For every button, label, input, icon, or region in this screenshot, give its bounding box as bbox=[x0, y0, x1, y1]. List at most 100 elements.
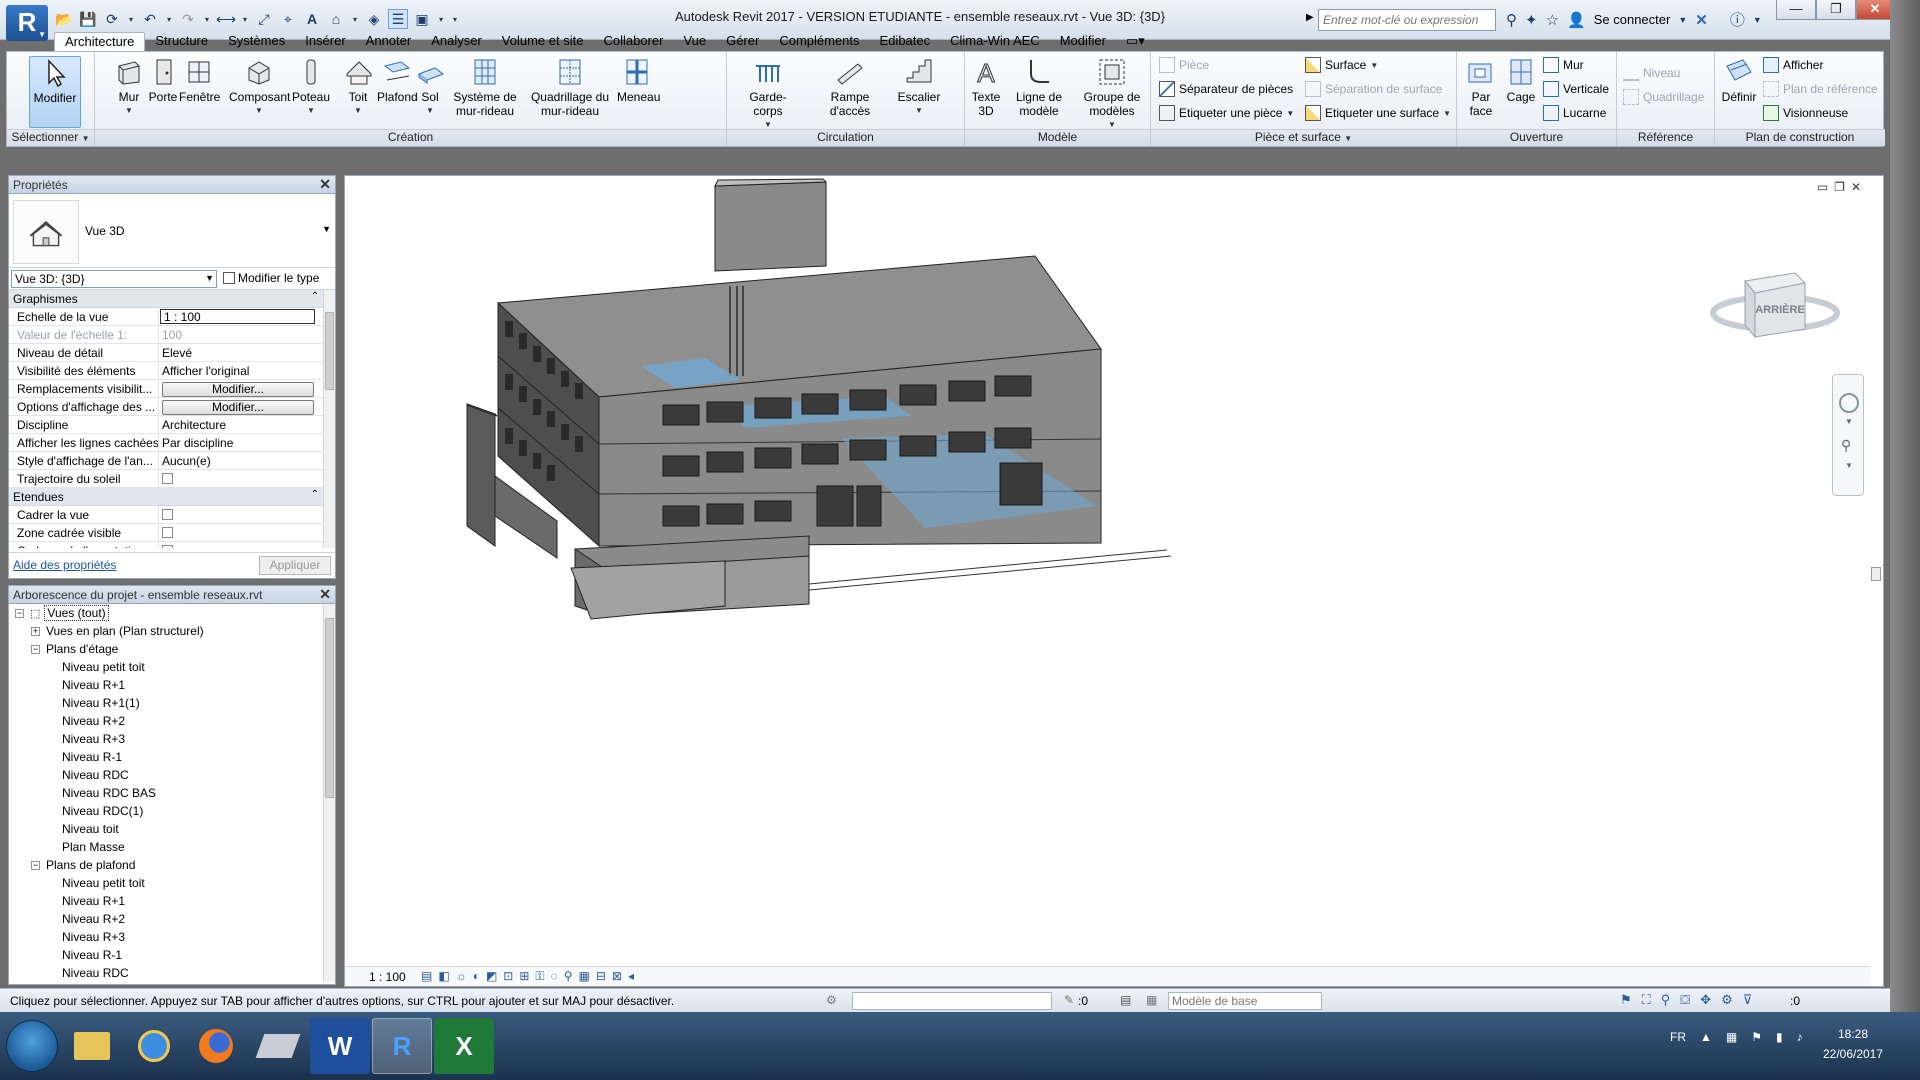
chevron-down-icon[interactable]: ▾ bbox=[436, 9, 446, 29]
property-value[interactable]: Architecture bbox=[159, 416, 325, 433]
section-icon[interactable]: ◈ bbox=[364, 9, 384, 29]
search-input[interactable]: Entrez mot-clé ou expression bbox=[1318, 9, 1496, 31]
clock[interactable]: 18:28 22/06/2017 bbox=[1818, 1024, 1888, 1064]
room-button[interactable]: Pièce bbox=[1159, 57, 1209, 73]
binoculars-icon[interactable]: ⚲ bbox=[1506, 11, 1517, 29]
design-option-select[interactable]: Modèle de base bbox=[1168, 992, 1322, 1010]
collapse-icon[interactable]: − bbox=[15, 608, 24, 618]
worksharing-icon[interactable]: ⚙ bbox=[826, 993, 837, 1007]
room-separator-button[interactable]: Séparateur de pièces bbox=[1159, 81, 1293, 97]
steering-wheel-icon[interactable] bbox=[1839, 393, 1859, 413]
apply-button[interactable]: Appliquer bbox=[259, 556, 331, 575]
worksharing-icon[interactable]: ▦ bbox=[578, 969, 589, 984]
browser-node[interactable]: − ⬚ Vues (tout) bbox=[9, 604, 335, 622]
modify-button[interactable]: Modifier bbox=[29, 56, 81, 128]
workset-field[interactable] bbox=[852, 992, 1052, 1010]
railing-button[interactable]: Garde-corps ▼ bbox=[735, 56, 801, 132]
sign-in-button[interactable]: Se connecter bbox=[1594, 12, 1671, 27]
browser-node[interactable]: Niveau RDC(1) bbox=[9, 802, 335, 820]
analytical-model-icon[interactable]: ⊠ bbox=[612, 969, 622, 984]
scrollbar[interactable] bbox=[323, 604, 335, 982]
property-checkbox[interactable] bbox=[162, 545, 173, 548]
select-pinned-icon[interactable]: ⚲ bbox=[1661, 992, 1671, 1008]
chevron-down-icon[interactable]: ▾ bbox=[164, 9, 174, 29]
scroll-left-icon[interactable]: ◂ bbox=[628, 969, 634, 984]
grid-button[interactable]: Quadrillage bbox=[1623, 89, 1704, 105]
volume-icon[interactable]: ♪ bbox=[1797, 1030, 1803, 1044]
3d-viewport[interactable]: ▭ ❐ ✕ ARRIÈRE ▼ ⚲ ▼ 1: 100 ▤ ◧ ☼ ◐ ◩ ⊡ … bbox=[344, 175, 1884, 987]
browser-node[interactable]: Niveau R+1 bbox=[9, 676, 335, 694]
editable-icon[interactable]: ▤ bbox=[1120, 993, 1131, 1007]
tab-structure[interactable]: Structure bbox=[145, 32, 218, 52]
exchange-icon[interactable]: ✕ bbox=[1695, 11, 1708, 29]
browser-node[interactable]: Niveau R+1(1) bbox=[9, 694, 335, 712]
viewer-button[interactable]: Visionneuse bbox=[1763, 105, 1848, 121]
detail-level-icon[interactable]: ▤ bbox=[421, 969, 432, 984]
view-scale[interactable]: 1 : 100 bbox=[369, 970, 406, 984]
tab-edibatec[interactable]: Edibatec bbox=[870, 32, 941, 52]
save-icon[interactable]: 💾 bbox=[78, 9, 98, 29]
set-work-plane-button[interactable]: Définir bbox=[1719, 56, 1759, 104]
chevron-down-icon[interactable]: ▾ bbox=[350, 9, 360, 29]
visual-style-icon[interactable]: ◧ bbox=[438, 969, 449, 984]
chevron-down-icon[interactable]: ▾ bbox=[240, 9, 250, 29]
vertical-opening-button[interactable]: Verticale bbox=[1543, 81, 1609, 97]
stair-button[interactable]: Escalier ▼ bbox=[897, 56, 941, 118]
chevron-down-icon[interactable]: ▼ bbox=[322, 224, 331, 234]
undo-icon[interactable]: ↶ bbox=[140, 9, 160, 29]
reveal-hidden-icon[interactable]: ⚲ bbox=[564, 969, 573, 984]
sun-path-icon[interactable]: ☼ bbox=[456, 969, 467, 984]
browser-node[interactable]: Niveau petit toit bbox=[9, 658, 335, 676]
wall-opening-button[interactable]: Mur bbox=[1543, 57, 1584, 73]
browser-node[interactable]: Niveau R+2 bbox=[9, 910, 335, 928]
floor-button[interactable]: Sol ▼ bbox=[415, 56, 445, 118]
component-button[interactable]: Composant ▼ bbox=[229, 56, 290, 118]
property-value[interactable]: Aucun(e) bbox=[159, 452, 325, 469]
browser-node[interactable]: Niveau R+3 bbox=[9, 730, 335, 748]
tab-modifier[interactable]: Modifier bbox=[1050, 32, 1116, 52]
close-button[interactable]: ✕ bbox=[1856, 0, 1894, 20]
temp-hide-icon[interactable]: ◌ bbox=[551, 969, 558, 984]
network-icon[interactable]: ▮ bbox=[1776, 1030, 1783, 1044]
instance-filter-select[interactable]: Vue 3D: {3D} ▼ bbox=[11, 270, 217, 288]
browser-node[interactable]: Niveau petit toit bbox=[9, 874, 335, 892]
tag-icon[interactable]: ⌖ bbox=[278, 9, 298, 29]
browser-node[interactable]: Plan Masse bbox=[9, 838, 335, 856]
property-checkbox[interactable] bbox=[162, 509, 173, 520]
excel-icon[interactable]: X bbox=[434, 1018, 494, 1074]
mullion-button[interactable]: Meneau bbox=[617, 56, 660, 104]
tag-area-button[interactable]: Etiqueter une surface ▼ bbox=[1305, 105, 1451, 121]
close-icon[interactable]: ✕ bbox=[319, 176, 331, 193]
curtain-system-button[interactable]: Système de mur-rideau bbox=[447, 56, 523, 118]
wall-button[interactable]: Mur ▼ bbox=[111, 56, 147, 118]
flag-icon[interactable]: ⚑ bbox=[1751, 1030, 1762, 1044]
background-process-icon[interactable]: ⚙ bbox=[1721, 992, 1733, 1008]
tab-analyser[interactable]: Analyser bbox=[421, 32, 492, 52]
browser-node[interactable]: Niveau R+1 bbox=[9, 892, 335, 910]
collapse-icon[interactable]: − bbox=[31, 860, 40, 870]
view-scale-input[interactable]: 1 : 100 bbox=[160, 309, 315, 324]
door-button[interactable]: Porte bbox=[145, 56, 181, 104]
edit-property-button[interactable]: Modifier... bbox=[162, 382, 314, 397]
property-section-header[interactable]: Graphismes ⌃ bbox=[9, 290, 325, 308]
ramp-button[interactable]: Rampe d'accès bbox=[809, 56, 891, 118]
open-icon[interactable]: 📂 bbox=[54, 9, 74, 29]
chevron-down-icon[interactable]: ▼ bbox=[1845, 417, 1853, 426]
close-icon[interactable]: ✕ bbox=[319, 586, 331, 603]
type-selector[interactable]: Vue 3D ▼ bbox=[9, 194, 335, 268]
redo-icon[interactable]: ↷ bbox=[178, 9, 198, 29]
text-icon[interactable]: A bbox=[302, 9, 322, 29]
property-section-header[interactable]: Etendues ⌃ bbox=[9, 488, 325, 506]
select-underlay-icon[interactable]: ⛶ bbox=[1642, 992, 1651, 1008]
level-button[interactable]: Niveau bbox=[1623, 65, 1680, 81]
chevron-down-icon[interactable]: ▾ bbox=[126, 9, 136, 29]
scrollbar[interactable] bbox=[323, 290, 335, 548]
window-button[interactable]: Fenêtre bbox=[179, 56, 220, 104]
ref-plane-button[interactable]: Plan de référence bbox=[1763, 81, 1878, 97]
minimize-view-icon[interactable]: ▭ bbox=[1817, 180, 1828, 194]
browser-node[interactable]: Niveau toit bbox=[9, 820, 335, 838]
help-icon[interactable]: ⓘ bbox=[1730, 9, 1745, 30]
collapse-icon[interactable]: ⌃ bbox=[311, 489, 319, 500]
browser-node[interactable]: Niveau RDC bbox=[9, 766, 335, 784]
close-view-icon[interactable]: ✕ bbox=[1851, 180, 1861, 194]
